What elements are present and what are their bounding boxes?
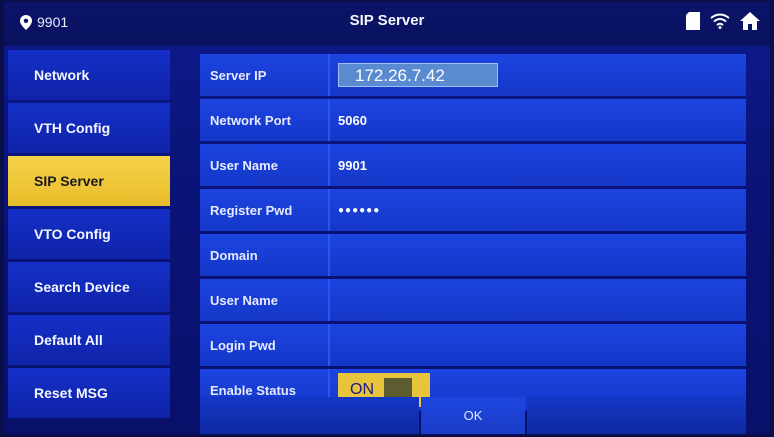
network-port-input[interactable]: 5060 [328, 99, 746, 141]
user-name-2-row: User Name [200, 279, 746, 321]
sidebar: Network VTH Config SIP Server VTO Config… [8, 50, 170, 421]
server-ip-label: Server IP [210, 67, 267, 83]
bottom-bar: OK [200, 397, 746, 434]
network-port-label: Network Port [210, 112, 291, 128]
ok-button[interactable]: OK [421, 397, 525, 434]
page-title: SIP Server [349, 12, 425, 29]
sidebar-item-search-device[interactable]: Search Device [8, 262, 170, 313]
login-pwd-row: Login Pwd [200, 324, 746, 366]
sidebar-item-reset-msg[interactable]: Reset MSG [8, 368, 170, 419]
user-name-row: User Name 9901 [200, 144, 746, 186]
user-name-input[interactable]: 9901 [328, 144, 746, 186]
wifi-icon [710, 13, 730, 29]
enable-status-label: Enable Status [210, 382, 296, 398]
user-name-2-input[interactable] [328, 279, 746, 321]
register-pwd-label: Register Pwd [210, 202, 293, 218]
server-ip-input[interactable]: 172.26.7.42 [338, 63, 498, 87]
network-port-row: Network Port 5060 [200, 99, 746, 141]
login-pwd-label: Login Pwd [210, 337, 276, 353]
user-name-label: User Name [210, 157, 278, 173]
register-pwd-input[interactable]: ●●●●●● [328, 189, 746, 231]
register-pwd-row: Register Pwd ●●●●●● [200, 189, 746, 231]
top-bar: 9901 SIP Server [4, 2, 770, 46]
server-ip-row: Server IP 172.26.7.42 [200, 54, 746, 96]
user-name-2-label: User Name [210, 292, 278, 308]
sd-card-icon [686, 12, 700, 30]
sip-settings-form: Server IP 172.26.7.42 Network Port 5060 … [200, 54, 746, 414]
bottom-bar-segment-right [527, 397, 746, 434]
sidebar-item-vto-config[interactable]: VTO Config [8, 209, 170, 260]
login-pwd-input[interactable] [328, 324, 746, 366]
bottom-bar-segment-left [200, 397, 419, 434]
screen: 9901 SIP Server Network VTH Config SIP S… [4, 2, 770, 434]
domain-label: Domain [210, 247, 258, 263]
domain-row: Domain [200, 234, 746, 276]
domain-input[interactable] [328, 234, 746, 276]
status-icons [686, 12, 760, 30]
sidebar-item-sip-server[interactable]: SIP Server [8, 156, 170, 207]
sidebar-item-default-all[interactable]: Default All [8, 315, 170, 366]
sidebar-item-network[interactable]: Network [8, 50, 170, 101]
sidebar-item-vth-config[interactable]: VTH Config [8, 103, 170, 154]
home-icon[interactable] [740, 12, 760, 30]
